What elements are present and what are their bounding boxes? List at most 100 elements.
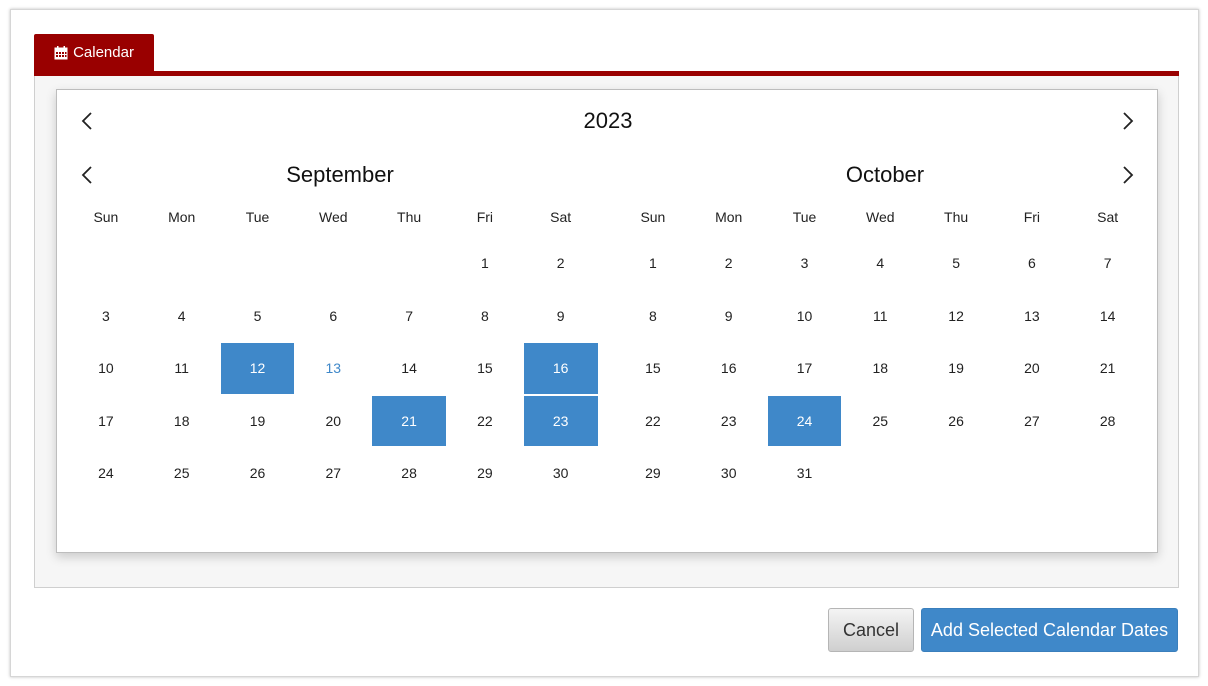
day-cell[interactable]: 11: [842, 290, 918, 343]
day-cell[interactable]: 19: [220, 395, 296, 448]
day-cell[interactable]: 13: [295, 342, 371, 395]
day-cell[interactable]: 21: [1070, 342, 1146, 395]
day-cell[interactable]: 1: [447, 237, 523, 290]
day-cell[interactable]: 8: [615, 290, 691, 343]
day-cell[interactable]: 30: [523, 447, 599, 500]
day-cell[interactable]: 23: [522, 394, 599, 447]
weekday-label: Mon: [715, 209, 743, 225]
day-cell[interactable]: 15: [447, 342, 523, 395]
day-cell[interactable]: 20: [994, 342, 1070, 395]
day-cell[interactable]: 22: [447, 395, 523, 448]
day-cell[interactable]: 21: [371, 394, 447, 447]
day-cell[interactable]: 10: [68, 342, 144, 395]
weekday-label: Sat: [550, 209, 572, 225]
week-row: 29 30 31: [615, 447, 1146, 500]
day-cell[interactable]: 3: [68, 290, 144, 343]
week-row: 8 9 10 11 12 13 14: [615, 290, 1146, 343]
day-cell[interactable]: 12: [918, 290, 994, 343]
weekday-header: Sun Mon Tue Wed Thu Fri Sat: [68, 203, 599, 233]
day-cell[interactable]: 1: [615, 237, 691, 290]
cancel-button[interactable]: Cancel: [828, 608, 914, 652]
week-row: 1234567: [615, 237, 1146, 290]
day-cell[interactable]: 12: [219, 342, 296, 395]
day-cell[interactable]: 2: [523, 237, 599, 290]
day-cell[interactable]: 2: [691, 237, 767, 290]
empty-day-cell: [144, 237, 220, 290]
week-row: 12: [68, 237, 599, 290]
day-cell[interactable]: 4: [144, 290, 220, 343]
day-cell[interactable]: 27: [994, 395, 1070, 448]
tab-panel: 2023 September October Sun Mon Tue Wed Thu Fr…: [34, 76, 1179, 588]
week-row: 3456789: [68, 290, 599, 343]
day-cell[interactable]: 28: [371, 447, 447, 500]
chevron-right-icon: [1123, 112, 1134, 130]
day-cell[interactable]: 26: [918, 395, 994, 448]
day-cell[interactable]: 24: [766, 394, 843, 447]
day-cell[interactable]: 16: [522, 342, 599, 395]
empty-day-cell: [994, 447, 1070, 500]
empty-day-cell: [68, 237, 144, 290]
day-cell[interactable]: 7: [371, 290, 447, 343]
day-cell[interactable]: 7: [1070, 237, 1146, 290]
day-cell[interactable]: 17: [767, 342, 843, 395]
weekday-label: Fri: [476, 209, 494, 225]
day-cell[interactable]: 22: [615, 395, 691, 448]
day-cell[interactable]: 27: [295, 447, 371, 500]
weekday-label: Sun: [640, 209, 666, 225]
weekday-label: Sat: [1097, 209, 1119, 225]
day-cell[interactable]: 6: [994, 237, 1070, 290]
weekday-label: Thu: [944, 209, 969, 225]
next-year-button[interactable]: [1114, 107, 1142, 135]
calendar-dialog: Calendar 2023 September October Sun Mon Tu…: [10, 9, 1199, 677]
week-row: 24 25 26 27 28 29 30: [68, 447, 599, 500]
day-cell[interactable]: 4: [842, 237, 918, 290]
day-cell[interactable]: 8: [447, 290, 523, 343]
empty-day-cell: [220, 237, 296, 290]
day-cell[interactable]: 9: [523, 290, 599, 343]
day-cell[interactable]: 9: [691, 290, 767, 343]
day-cell[interactable]: 25: [144, 447, 220, 500]
day-cell[interactable]: 13: [994, 290, 1070, 343]
tab-calendar[interactable]: Calendar: [34, 34, 154, 71]
day-cell[interactable]: 31: [767, 447, 843, 500]
weekday-label: Fri: [1023, 209, 1041, 225]
day-cell[interactable]: 18: [842, 342, 918, 395]
month-title-september: September: [286, 162, 394, 187]
day-cell[interactable]: 14: [371, 342, 447, 395]
day-cell[interactable]: 19: [918, 342, 994, 395]
day-cell[interactable]: 24: [68, 447, 144, 500]
empty-day-cell: [1070, 447, 1146, 500]
month-grid-october: Sun Mon Tue Wed Thu Fri Sat 1 2 3 4 5 6 7 8 9 10 11 12 13 1…: [615, 203, 1146, 500]
add-selected-dates-button[interactable]: Add Selected Calendar Dates: [921, 608, 1178, 652]
weekday-label: Thu: [397, 209, 422, 225]
day-cell[interactable]: 17: [68, 395, 144, 448]
month-grid-september: Sun Mon Tue Wed Thu Fri Sat 1 2 3 4 5 6 7 8 9 10 11 12 13 1…: [68, 203, 599, 500]
day-cell[interactable]: 30: [691, 447, 767, 500]
day-cell[interactable]: 16: [691, 342, 767, 395]
weekday-label: Tue: [792, 209, 817, 225]
weekday-label: Tue: [245, 209, 270, 225]
day-cell[interactable]: 29: [447, 447, 523, 500]
day-cell[interactable]: 28: [1070, 395, 1146, 448]
day-cell[interactable]: 20: [295, 395, 371, 448]
day-cell[interactable]: 18: [144, 395, 220, 448]
day-cell[interactable]: 15: [615, 342, 691, 395]
day-cell[interactable]: 10: [767, 290, 843, 343]
day-cell[interactable]: 23: [691, 395, 767, 448]
day-cell[interactable]: 11: [144, 342, 220, 395]
day-cell[interactable]: 25: [842, 395, 918, 448]
day-cell[interactable]: 5: [918, 237, 994, 290]
day-cell[interactable]: 26: [220, 447, 296, 500]
week-rows: 1 2 3 4 5 6 7 8 9 10 11 12 13 14 15 16 17 18 19 20 21 22 23 24 2…: [615, 237, 1146, 500]
empty-day-cell: [918, 447, 994, 500]
weekday-label: Sun: [93, 209, 119, 225]
week-row: 10 11 12 13 14 15 16: [68, 342, 599, 395]
tab-label: Calendar: [73, 44, 134, 61]
day-cell[interactable]: 6: [295, 290, 371, 343]
day-cell[interactable]: 5: [220, 290, 296, 343]
day-cell[interactable]: 3: [767, 237, 843, 290]
day-cell[interactable]: 14: [1070, 290, 1146, 343]
week-rows: 1 2 3 4 5 6 7 8 9 10 11 12 13 14 15 16 17 18 19 20 21 22 23 24 2…: [68, 237, 599, 500]
day-cell[interactable]: 29: [615, 447, 691, 500]
year-title: 2023: [583, 108, 633, 133]
